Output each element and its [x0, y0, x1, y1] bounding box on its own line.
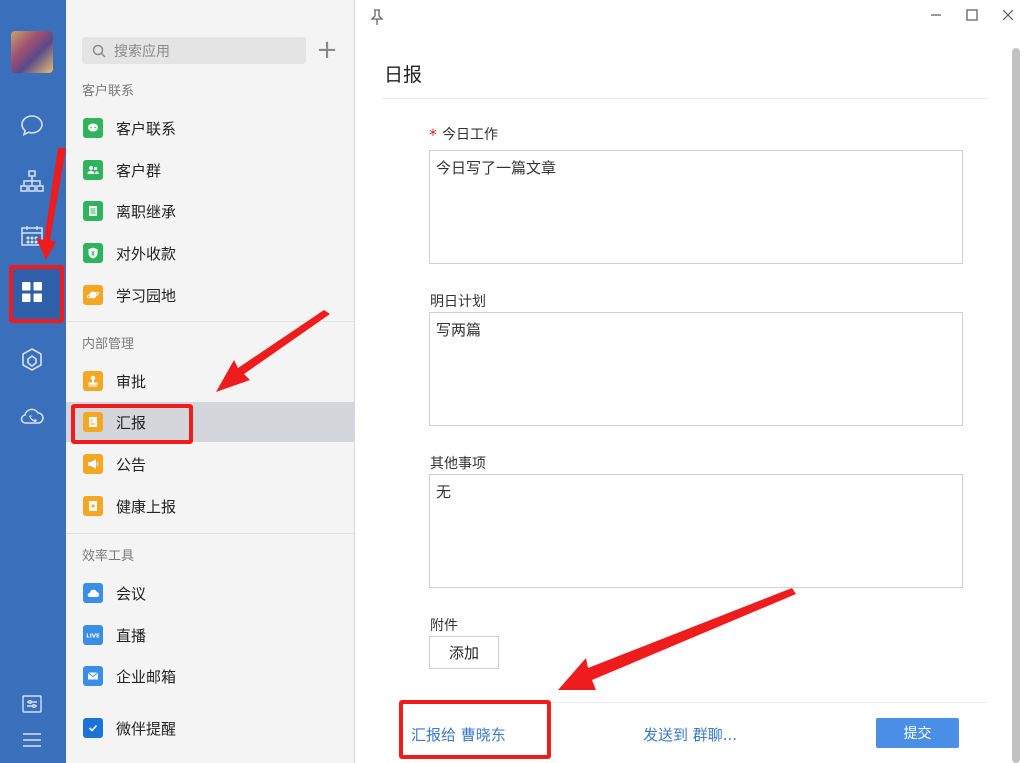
- megaphone-icon: [83, 454, 103, 474]
- sidebar-item-label: 学习园地: [116, 286, 177, 305]
- today-work-value: 今日写了一篇文章: [436, 159, 557, 177]
- scrollbar[interactable]: [1012, 48, 1020, 763]
- stamp-icon: [83, 371, 103, 391]
- workbench-cube-icon[interactable]: [16, 344, 48, 376]
- tomorrow-plan-value: 写两篇: [436, 321, 482, 339]
- org-chart-icon[interactable]: [16, 165, 48, 197]
- live-icon: LIVE: [83, 625, 103, 645]
- document-icon: [83, 201, 103, 221]
- sidebar-item-label: 会议: [116, 584, 147, 603]
- minimize-button[interactable]: [926, 5, 946, 25]
- checkbox-icon: [83, 718, 103, 738]
- page-title: 日报: [384, 64, 423, 86]
- sidebar-item-label: 客户联系: [116, 119, 177, 138]
- mail-icon: [83, 666, 103, 686]
- customer-group-icon: [83, 160, 103, 180]
- send-to-group-link[interactable]: 发送到 群聊...: [643, 724, 737, 745]
- menu-hamburger-icon[interactable]: [16, 724, 48, 756]
- today-work-field[interactable]: 今日写了一篇文章: [429, 150, 963, 264]
- health-report-icon: [83, 496, 103, 516]
- sidebar-item[interactable]: 对外收款: [66, 233, 354, 273]
- sidebar-item-label: 客户群: [116, 161, 162, 180]
- cloud-meeting-icon: [83, 583, 103, 603]
- sidebar-item-label: 企业邮箱: [116, 667, 177, 686]
- sidebar-item[interactable]: 审批: [66, 361, 354, 401]
- sidebar-item[interactable]: 公告: [66, 444, 354, 484]
- settings-sliders-icon[interactable]: [16, 688, 48, 720]
- chat-bubble-icon[interactable]: [16, 109, 48, 141]
- maximize-button[interactable]: [962, 5, 982, 25]
- section-title: 效率工具: [82, 549, 135, 564]
- divider: [66, 533, 354, 534]
- annotation-box-report: [71, 404, 193, 444]
- divider: [66, 321, 354, 322]
- other-items-field[interactable]: 无: [429, 474, 963, 588]
- calendar-icon[interactable]: [16, 220, 48, 252]
- sidebar-item[interactable]: 离职继承: [66, 191, 354, 231]
- submit-button[interactable]: 提交: [876, 718, 959, 748]
- sidebar-item[interactable]: LIVE 直播: [66, 615, 354, 655]
- section-title: 客户联系: [82, 84, 135, 99]
- sidebar-item[interactable]: 学习园地: [66, 275, 354, 315]
- cloud-phone-icon[interactable]: [16, 400, 48, 432]
- sidebar-item-label: 离职继承: [116, 202, 177, 221]
- add-app-button[interactable]: +: [316, 36, 338, 66]
- section-title: 内部管理: [82, 337, 135, 352]
- sidebar-item[interactable]: 客户群: [66, 150, 354, 190]
- sidebar-item-label: 直播: [116, 626, 147, 645]
- required-mark: *: [429, 125, 437, 144]
- shield-yen-icon: [83, 243, 103, 263]
- tomorrow-plan-field[interactable]: 写两篇: [429, 312, 963, 426]
- sidebar-item[interactable]: 会议: [66, 573, 354, 613]
- today-work-label: 今日工作: [442, 127, 498, 143]
- sidebar-item[interactable]: 客户联系: [66, 108, 354, 148]
- annotation-box-apps: [9, 265, 64, 323]
- wechat-chat-icon: [83, 118, 103, 138]
- close-button[interactable]: [998, 5, 1018, 25]
- sidebar-item-label: 微伴提醒: [116, 719, 177, 738]
- sidebar-item[interactable]: 企业邮箱: [66, 656, 354, 696]
- other-items-label: 其他事项: [430, 456, 486, 472]
- other-items-value: 无: [436, 483, 452, 501]
- sidebar-item-label: 健康上报: [116, 497, 177, 516]
- sidebar-item-label: 对外收款: [116, 244, 177, 263]
- search-input[interactable]: 搜索应用: [82, 37, 306, 64]
- tomorrow-plan-label: 明日计划: [430, 294, 486, 310]
- sidebar-item[interactable]: 健康上报: [66, 486, 354, 526]
- planet-icon: [83, 285, 103, 305]
- annotation-box-report-to: [399, 700, 551, 759]
- sidebar-item-label: 审批: [116, 372, 147, 391]
- svg-text:LIVE: LIVE: [86, 634, 100, 640]
- search-icon: [92, 44, 106, 58]
- add-attachment-button[interactable]: 添加: [429, 636, 499, 669]
- attachment-label: 附件: [430, 618, 458, 634]
- sidebar-item[interactable]: 微伴提醒: [66, 708, 354, 748]
- avatar[interactable]: [11, 31, 53, 73]
- sidebar-item-label: 公告: [116, 455, 147, 474]
- pin-icon[interactable]: [370, 8, 384, 30]
- search-placeholder: 搜索应用: [114, 43, 170, 60]
- divider: [382, 98, 988, 99]
